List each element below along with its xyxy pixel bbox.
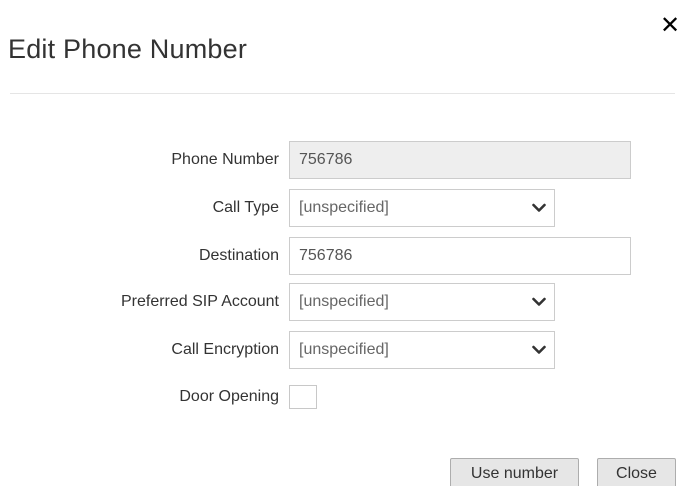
chevron-down-icon — [532, 297, 546, 306]
chevron-down-icon — [532, 345, 546, 354]
edit-phone-number-dialog: ✕ Edit Phone Number Phone Number 756786 … — [0, 0, 687, 486]
call-encryption-value: [unspecified] — [299, 341, 389, 358]
call-type-select[interactable]: [unspecified] — [289, 189, 555, 227]
call-encryption-label: Call Encryption — [171, 341, 279, 358]
phone-number-row: Phone Number 756786 — [0, 141, 687, 179]
preferred-sip-account-select[interactable]: [unspecified] — [289, 283, 555, 321]
destination-input[interactable]: 756786 — [289, 237, 631, 275]
dialog-title: Edit Phone Number — [8, 34, 248, 64]
phone-number-field: 756786 — [289, 141, 631, 179]
call-type-value: [unspecified] — [299, 199, 389, 216]
destination-label: Destination — [198, 247, 279, 264]
chevron-down-icon — [532, 203, 546, 212]
destination-row: Destination 756786 — [0, 237, 687, 275]
call-type-row: Call Type [unspecified] — [0, 189, 687, 227]
preferred-sip-account-value: [unspecified] — [299, 293, 389, 310]
use-number-button[interactable]: Use number — [450, 458, 579, 486]
door-opening-row: Door Opening — [0, 378, 687, 416]
call-encryption-select[interactable]: [unspecified] — [289, 331, 555, 369]
call-encryption-row: Call Encryption [unspecified] — [0, 331, 687, 369]
call-type-label: Call Type — [212, 199, 279, 216]
phone-number-label: Phone Number — [171, 151, 279, 168]
close-icon[interactable]: ✕ — [659, 14, 681, 38]
door-opening-label: Door Opening — [179, 388, 279, 405]
close-button[interactable]: Close — [597, 458, 676, 486]
preferred-sip-account-row: Preferred SIP Account [unspecified] — [0, 283, 687, 321]
title-divider — [10, 93, 675, 94]
preferred-sip-account-label: Preferred SIP Account — [120, 293, 279, 310]
door-opening-checkbox[interactable] — [289, 385, 317, 409]
